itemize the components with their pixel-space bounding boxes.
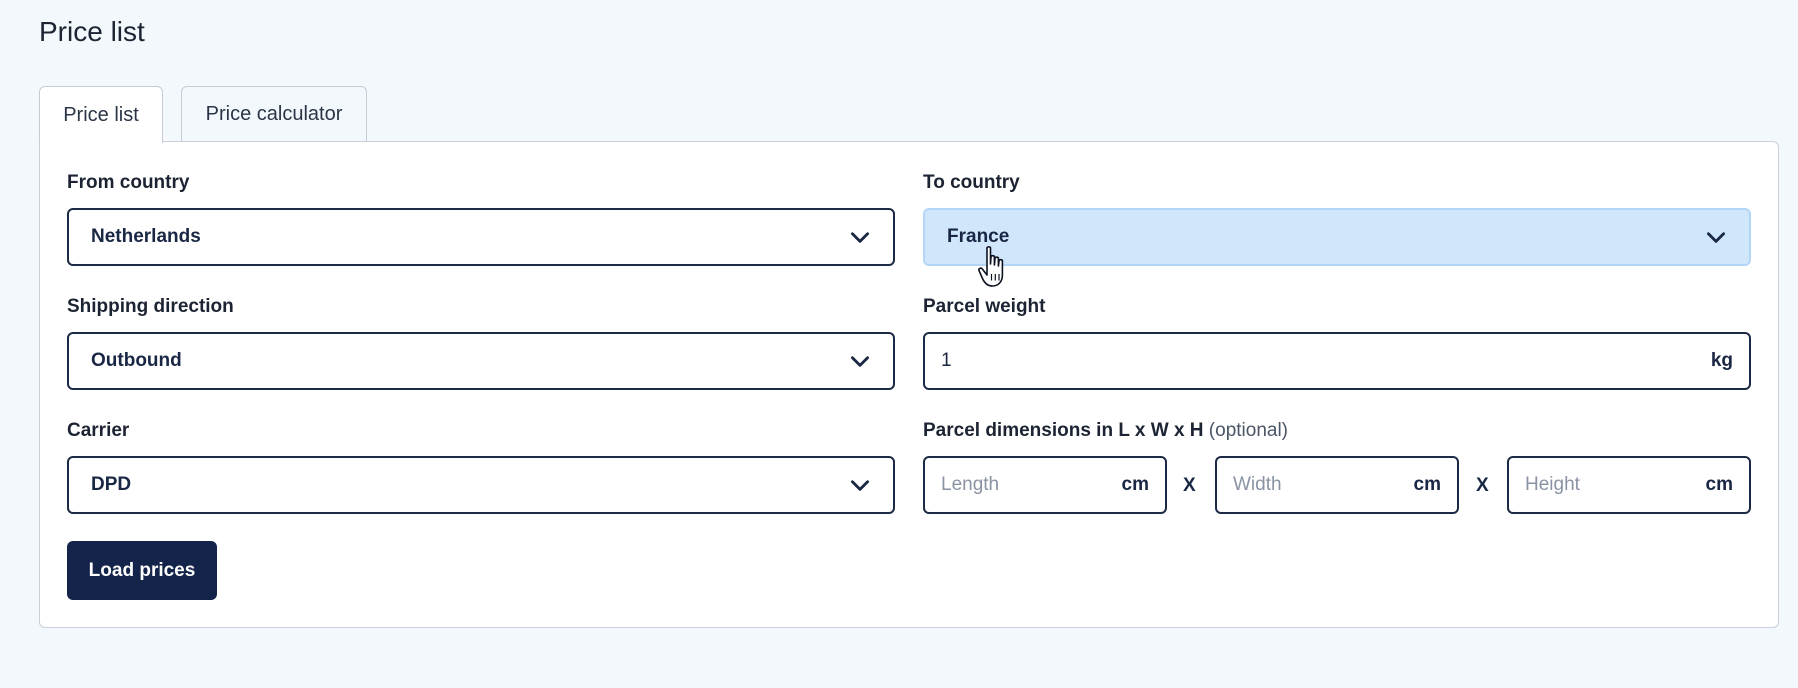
- carrier-label: Carrier: [67, 420, 130, 441]
- tab-price-list[interactable]: Price list: [39, 86, 163, 143]
- width-unit: cm: [1413, 474, 1441, 495]
- to-country-label: To country: [923, 172, 1020, 193]
- from-country-label: From country: [67, 172, 190, 193]
- chevron-down-icon: [851, 232, 869, 243]
- chevron-down-icon: [851, 480, 869, 491]
- chevron-down-icon: [851, 356, 869, 367]
- weight-unit: kg: [1710, 350, 1733, 371]
- parcel-weight-input[interactable]: 1 kg: [923, 332, 1751, 390]
- price-list-panel: From country Netherlands To country Fran…: [39, 141, 1779, 628]
- height-placeholder: Height: [1525, 474, 1580, 495]
- shipping-direction-value: Outbound: [91, 350, 182, 371]
- width-placeholder: Width: [1233, 474, 1282, 495]
- tab-price-calculator[interactable]: Price calculator: [181, 86, 367, 141]
- parcel-dimensions-label: Parcel dimensions in L x W x H (optional…: [923, 420, 1288, 442]
- length-unit: cm: [1121, 474, 1149, 495]
- optional-hint: (optional): [1208, 420, 1289, 441]
- from-country-select[interactable]: Netherlands: [67, 208, 895, 266]
- tab-bar: Price list Price calculator: [39, 86, 385, 143]
- dimension-separator: X: [1183, 475, 1196, 496]
- carrier-value: DPD: [91, 474, 132, 495]
- dimension-separator: X: [1476, 475, 1489, 496]
- shipping-direction-select[interactable]: Outbound: [67, 332, 895, 390]
- parcel-weight-value: 1: [941, 350, 952, 371]
- length-placeholder: Length: [941, 474, 1000, 495]
- length-input[interactable]: Length cm: [923, 456, 1167, 514]
- from-country-value: Netherlands: [91, 226, 201, 247]
- parcel-weight-label: Parcel weight: [923, 296, 1046, 317]
- height-unit: cm: [1705, 474, 1733, 495]
- to-country-select[interactable]: France: [923, 208, 1751, 266]
- width-input[interactable]: Width cm: [1215, 456, 1459, 514]
- hand-pointer-icon: [978, 246, 1004, 287]
- load-prices-button[interactable]: Load prices: [67, 541, 217, 600]
- shipping-direction-label: Shipping direction: [67, 296, 234, 317]
- chevron-down-icon: [1707, 232, 1725, 243]
- carrier-select[interactable]: DPD: [67, 456, 895, 514]
- parcel-dimensions-label-text: Parcel dimensions in L x W x H: [923, 420, 1204, 441]
- page-title: Price list: [39, 16, 145, 47]
- height-input[interactable]: Height cm: [1507, 456, 1751, 514]
